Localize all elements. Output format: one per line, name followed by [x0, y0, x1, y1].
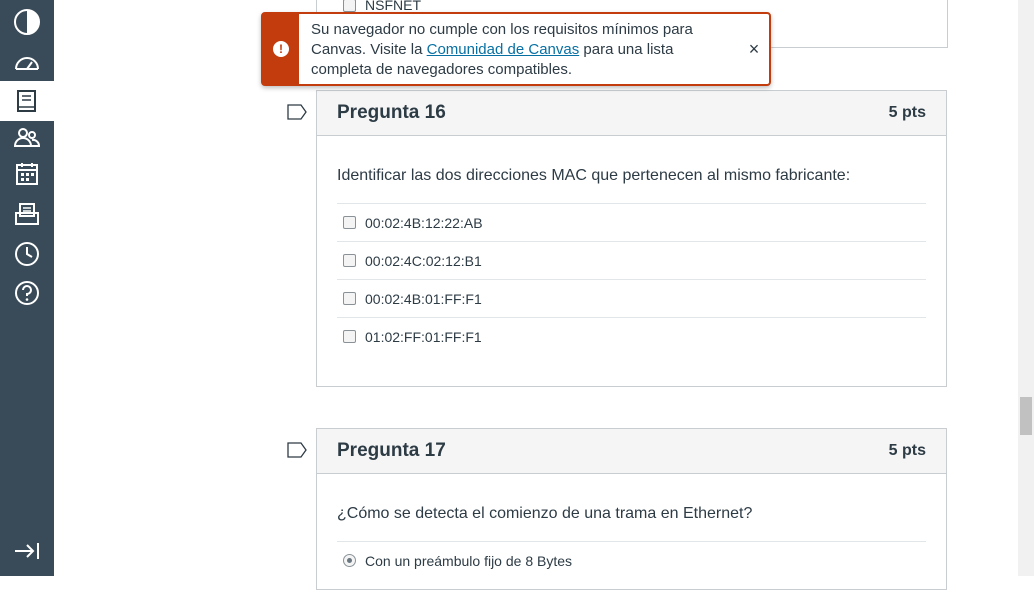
flag-question-icon[interactable]: [287, 104, 307, 120]
flag-question-icon[interactable]: [287, 442, 307, 458]
answer-option[interactable]: 00:02:4B:01:FF:F1: [337, 279, 926, 317]
clock-icon[interactable]: [0, 234, 54, 274]
global-nav: [0, 0, 54, 576]
help-icon[interactable]: [0, 273, 54, 313]
question-16: Pregunta 16 5 pts Identificar las dos di…: [316, 90, 947, 387]
answer-label: 00:02:4C:02:12:B1: [365, 252, 482, 269]
answer-label: 00:02:4B:12:22:AB: [365, 214, 483, 231]
warning-icon: !: [273, 41, 289, 57]
question-17: Pregunta 17 5 pts ¿Cómo se detecta el co…: [316, 428, 947, 590]
answer-option[interactable]: Con un preámbulo fijo de 8 Bytes: [337, 541, 926, 579]
question-text: Identificar las dos direcciones MAC que …: [337, 167, 851, 184]
question-text: ¿Cómo se detecta el comienzo de una tram…: [337, 505, 753, 522]
calendar-icon[interactable]: [0, 154, 54, 194]
answer-checkbox[interactable]: [343, 0, 356, 12]
answer-option[interactable]: 01:02:FF:01:FF:F1: [337, 317, 926, 355]
answer-label: 00:02:4B:01:FF:F1: [365, 290, 482, 307]
inbox-icon[interactable]: [0, 194, 54, 234]
question-title: Pregunta 17: [337, 440, 446, 461]
answer-option[interactable]: 00:02:4B:12:22:AB: [337, 203, 926, 241]
answer-checkbox[interactable]: [343, 254, 356, 267]
question-title: Pregunta 16: [337, 102, 446, 123]
answer-radio[interactable]: [343, 554, 356, 567]
courses-book-icon[interactable]: [0, 81, 54, 121]
close-icon[interactable]: ×: [739, 14, 769, 84]
scrollbar-thumb[interactable]: [1020, 397, 1032, 435]
canvas-logo-icon[interactable]: [0, 2, 54, 42]
browser-warning-alert: ! Su navegador no cumple con los requisi…: [261, 12, 771, 86]
question-header: Pregunta 16 5 pts: [317, 91, 946, 136]
alert-message: Su navegador no cumple con los requisito…: [299, 14, 739, 84]
quiz-content: NSFNET Pregunta 16 5 pts Identificar las…: [54, 0, 1018, 590]
answer-checkbox[interactable]: [343, 330, 356, 343]
dashboard-icon[interactable]: [0, 43, 54, 83]
collapse-arrow-icon[interactable]: [0, 531, 54, 571]
answer-label: 01:02:FF:01:FF:F1: [365, 328, 482, 345]
canvas-community-link[interactable]: Comunidad de Canvas: [427, 41, 580, 58]
alert-icon-area: !: [263, 14, 299, 84]
answer-checkbox[interactable]: [343, 216, 356, 229]
answer-option[interactable]: 00:02:4C:02:12:B1: [337, 241, 926, 279]
groups-icon[interactable]: [0, 118, 54, 158]
answers-list: Con un preámbulo fijo de 8 Bytes: [337, 541, 926, 579]
answer-label: Con un preámbulo fijo de 8 Bytes: [365, 552, 573, 569]
scrollbar[interactable]: [1018, 0, 1034, 576]
answers-list: 00:02:4B:12:22:AB 00:02:4C:02:12:B1 00:0…: [337, 203, 926, 355]
question-points: 5 pts: [888, 442, 926, 459]
answer-checkbox[interactable]: [343, 292, 356, 305]
question-header: Pregunta 17 5 pts: [317, 429, 946, 474]
question-points: 5 pts: [888, 104, 926, 121]
